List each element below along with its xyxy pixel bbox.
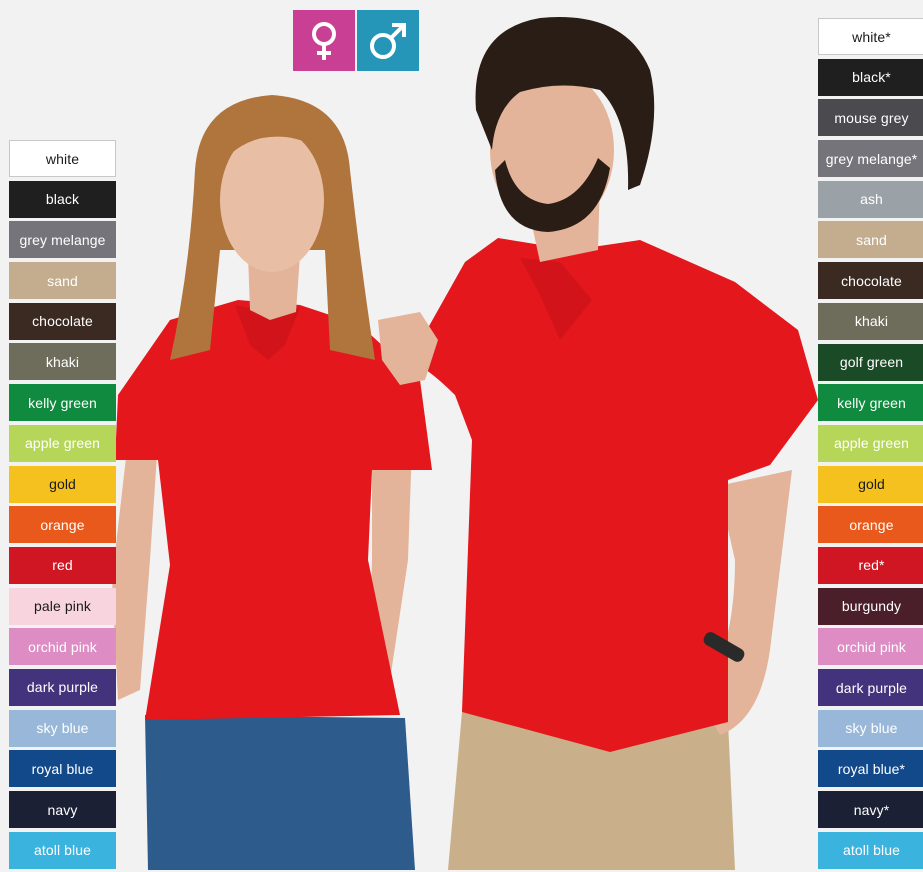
color-swatch[interactable]: khaki (9, 343, 116, 381)
color-swatch[interactable]: orange (9, 506, 116, 544)
female-jeans (145, 715, 415, 870)
color-swatch[interactable]: atoll blue (818, 831, 923, 869)
color-swatch[interactable]: gold (9, 465, 116, 503)
color-swatch[interactable]: black (9, 180, 116, 218)
color-swatch[interactable]: orchid pink (9, 628, 116, 666)
color-swatch[interactable]: kelly green (9, 384, 116, 422)
color-swatch[interactable]: orange (818, 506, 923, 544)
models-photo (0, 0, 923, 870)
female-color-list: white black grey melange sand chocolate khaki… (9, 140, 116, 872)
color-swatch[interactable]: black* (818, 58, 923, 96)
color-swatch[interactable]: dark purple (818, 669, 923, 706)
color-swatch[interactable]: navy* (818, 791, 923, 829)
color-swatch[interactable]: dark purple (9, 668, 116, 706)
color-swatch[interactable]: white (9, 140, 116, 177)
color-swatch[interactable]: mouse grey (818, 99, 923, 137)
color-swatch[interactable]: grey melange* (818, 140, 923, 178)
color-swatch[interactable]: khaki (818, 302, 923, 340)
color-swatch[interactable]: red* (818, 546, 923, 584)
color-swatch[interactable]: kelly green (818, 384, 923, 422)
mars-symbol-icon (370, 22, 406, 59)
color-swatch[interactable]: red (9, 546, 116, 584)
female-icon (293, 10, 355, 71)
color-swatch[interactable]: royal blue (9, 750, 116, 788)
color-swatch[interactable]: ash (818, 180, 923, 218)
color-swatch[interactable]: grey melange (9, 221, 116, 259)
color-swatch[interactable]: sky blue (9, 709, 116, 747)
color-swatch[interactable]: navy (9, 791, 116, 828)
color-swatch[interactable]: golf green (818, 343, 923, 381)
venus-symbol-icon (312, 21, 336, 60)
color-swatch[interactable]: chocolate (9, 302, 116, 340)
color-swatch[interactable]: apple green (818, 424, 923, 462)
color-swatch[interactable]: sand (818, 221, 923, 259)
color-swatch[interactable]: chocolate (818, 262, 923, 300)
color-swatch[interactable]: orchid pink (818, 628, 923, 666)
color-swatch[interactable]: gold (818, 465, 923, 503)
color-swatch[interactable]: burgundy (818, 587, 923, 625)
male-icon (357, 10, 419, 71)
color-swatch[interactable]: sand (9, 262, 116, 300)
color-swatch[interactable]: white* (818, 18, 923, 55)
product-showcase: white black grey melange sand chocolate khaki… (0, 0, 923, 870)
color-swatch[interactable]: pale pink (9, 587, 116, 625)
male-color-list: white* black* mouse grey grey melange* ash sa… (818, 18, 923, 872)
color-swatch[interactable]: apple green (9, 424, 116, 462)
color-swatch[interactable]: sky blue (818, 709, 923, 747)
color-swatch[interactable]: royal blue* (818, 750, 923, 788)
color-swatch[interactable]: atoll blue (9, 831, 116, 869)
